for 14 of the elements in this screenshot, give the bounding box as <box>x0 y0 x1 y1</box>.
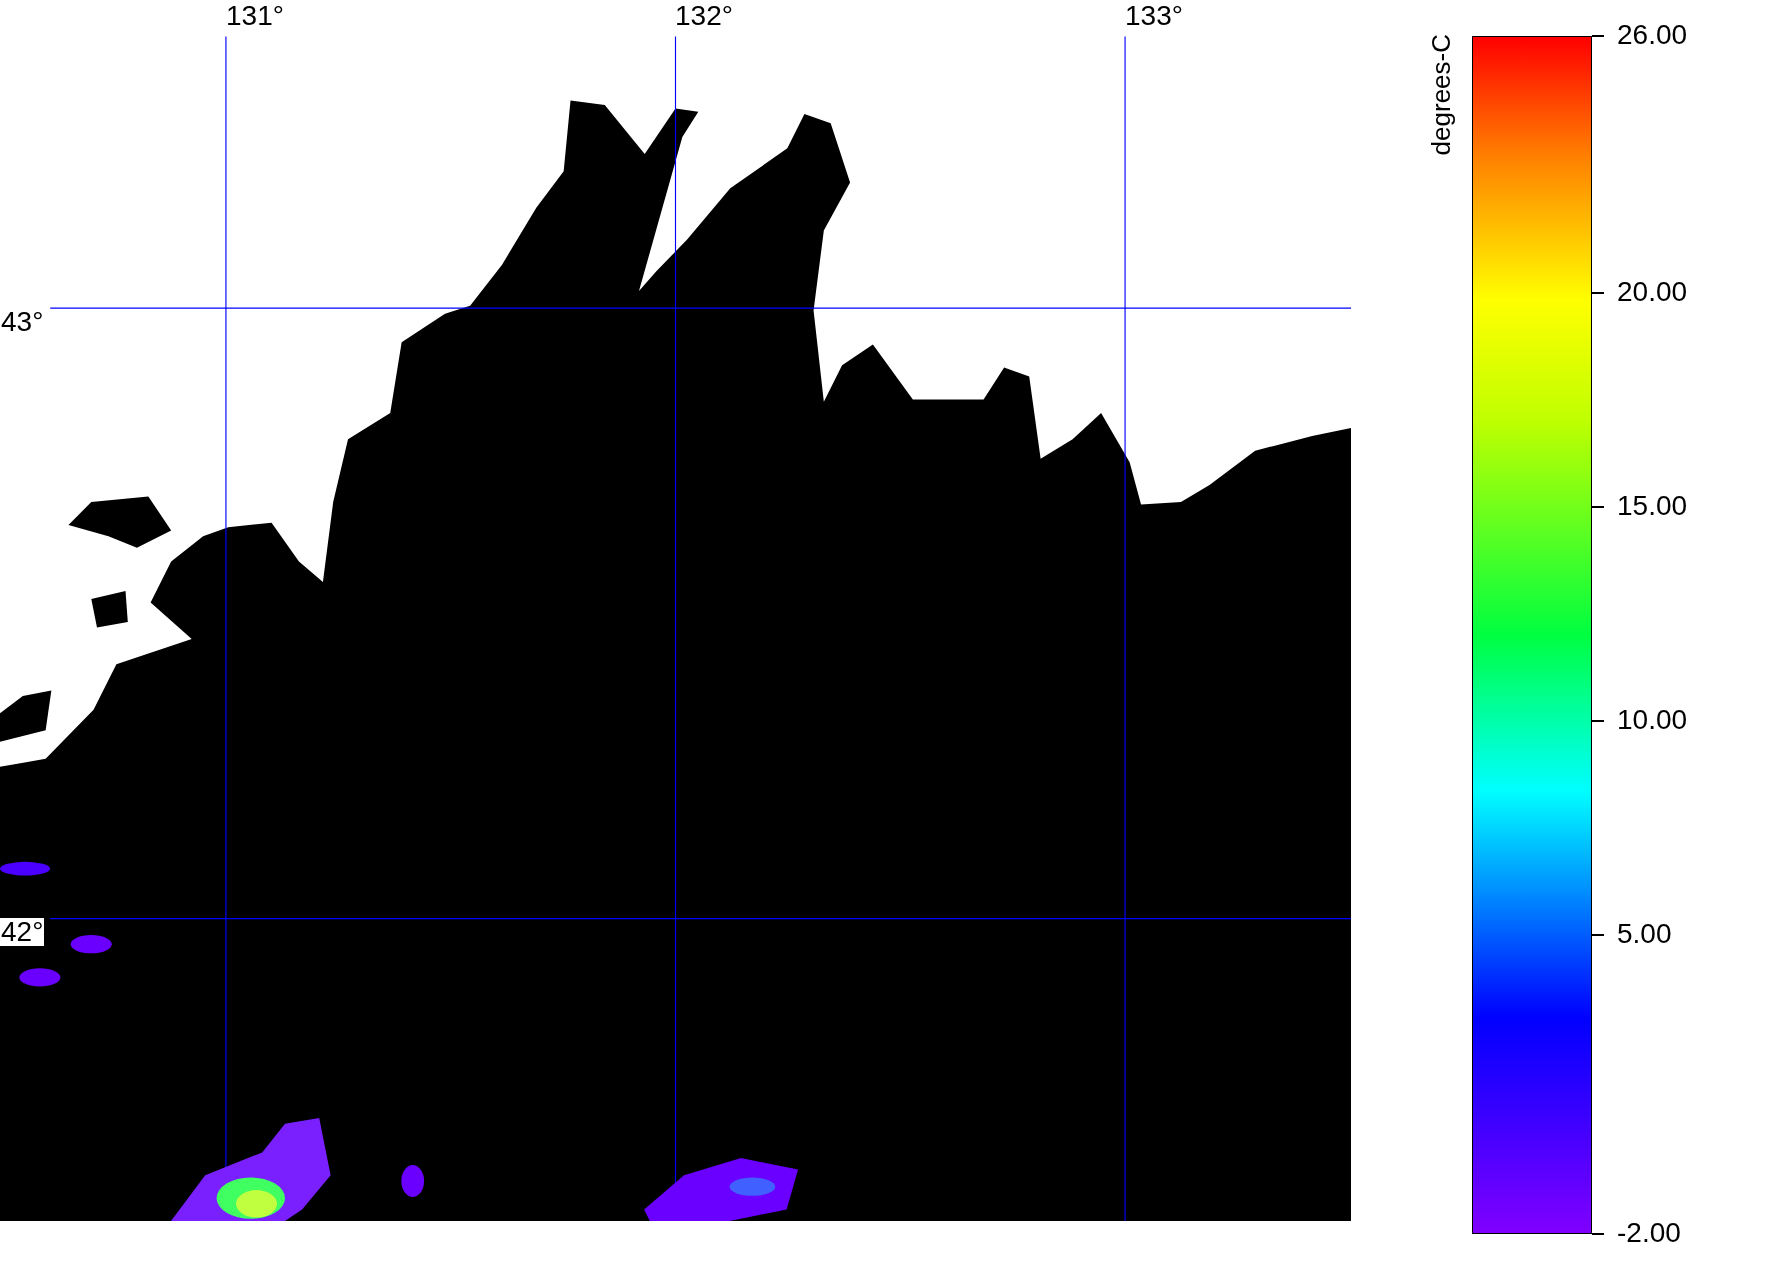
tick-mark <box>1592 719 1604 722</box>
colorbar-tick-label: 5.00 <box>1617 919 1672 948</box>
tick-mark <box>1592 291 1604 294</box>
colorbar-title: degrees-C <box>1428 34 1454 156</box>
tick-mark <box>1592 933 1604 936</box>
tick-mark <box>1592 35 1604 37</box>
colorbar-tick-label: 10.00 <box>1617 705 1688 734</box>
tick-mark <box>1592 505 1604 508</box>
tick-mark <box>1592 1233 1604 1235</box>
latitude-label: 42° <box>0 918 45 946</box>
colorbar-tick-label: 26.00 <box>1617 21 1688 49</box>
colorbar-tick-label: 15.00 <box>1617 491 1688 520</box>
colorbar-tick-label: -2.00 <box>1617 1219 1681 1247</box>
colorbar-tick-label: 20.00 <box>1617 277 1688 306</box>
